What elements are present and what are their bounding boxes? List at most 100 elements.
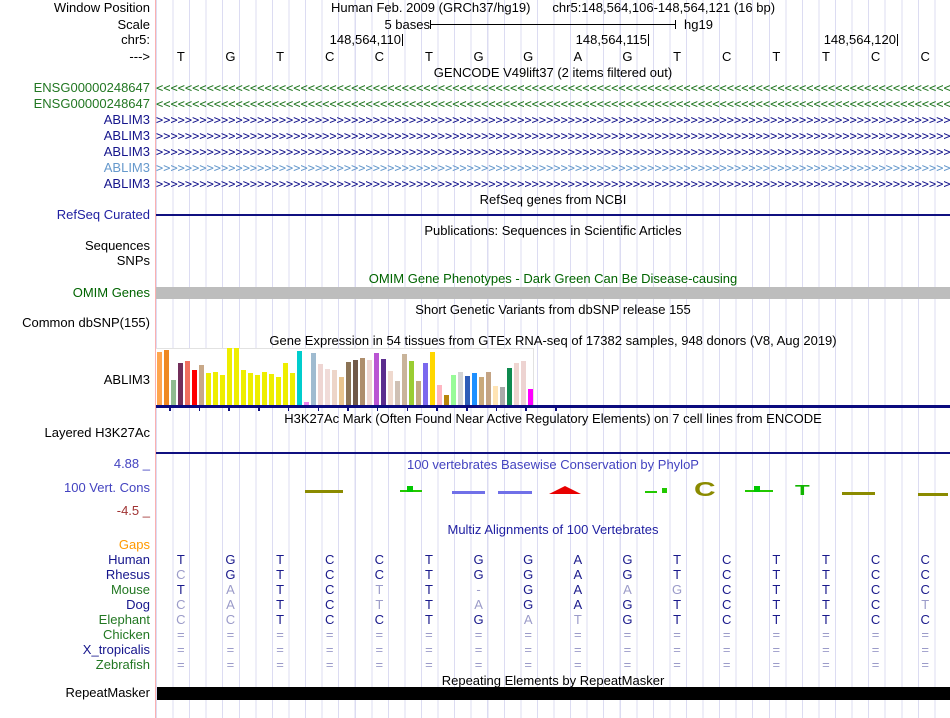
gtex-bar[interactable] [318,364,323,405]
gtex-plot[interactable] [156,348,534,405]
gene-arrow-row[interactable]: >>>>>>>>>>>>>>>>>>>>>>>>>>>>>>>>>>>>>>>>… [156,178,950,191]
gtex-bar[interactable] [192,370,197,405]
gtex-bar[interactable] [241,370,246,405]
species-label-mouse[interactable]: Mouse [111,583,150,597]
gtex-bar[interactable] [346,362,351,405]
gtex-bar[interactable] [248,373,253,405]
gtex-bar[interactable] [178,363,183,405]
gtex-bar[interactable] [395,381,400,405]
gtex-bar[interactable] [339,377,344,405]
gtex-bar[interactable] [234,348,239,405]
track-label-refseq-curated[interactable]: RefSeq Curated [57,208,150,222]
gtex-bar[interactable] [374,353,379,405]
gtex-bar[interactable] [416,381,421,405]
alignment-row-elephant[interactable]: CCTCCTGATGTCTTCC [156,613,950,627]
gtex-bar[interactable] [444,395,449,405]
gtex-bar[interactable] [367,360,372,405]
gtex-bar[interactable] [297,351,302,405]
gtex-bar[interactable] [514,363,519,405]
track-label-common-dbsnp[interactable]: Common dbSNP(155) [22,316,150,330]
gtex-bar[interactable] [472,373,477,405]
gtex-bar[interactable] [171,380,176,405]
track-label-sequences[interactable]: Sequences [85,239,150,253]
gtex-bar[interactable] [290,373,295,405]
gtex-bar[interactable] [227,348,232,405]
alignment-row-x_tropicalis[interactable]: ================ [156,643,950,657]
gtex-bar[interactable] [500,387,505,405]
alignment-row-mouse[interactable]: TATCTT-GAAGCTTCC [156,583,950,597]
gtex-bar[interactable] [262,372,267,405]
gtex-bar[interactable] [332,370,337,405]
gene-arrow-row[interactable]: >>>>>>>>>>>>>>>>>>>>>>>>>>>>>>>>>>>>>>>>… [156,114,950,127]
gtex-bar[interactable] [157,352,162,405]
strand-label[interactable]: ---> [129,50,150,64]
track-label-100-vert-cons[interactable]: 100 Vert. Cons [64,481,150,495]
gtex-bar[interactable] [213,372,218,405]
gtex-bar[interactable] [325,369,330,405]
refseq-curated-line[interactable] [156,214,950,216]
gtex-bar[interactable] [521,361,526,405]
gtex-bar[interactable] [276,377,281,405]
species-label-human[interactable]: Human [108,553,150,567]
gene-arrow-row[interactable]: <<<<<<<<<<<<<<<<<<<<<<<<<<<<<<<<<<<<<<<<… [156,82,950,95]
gtex-bar[interactable] [360,358,365,405]
track-label-gtex-gene[interactable]: ABLIM3 [104,373,150,387]
gtex-bar[interactable] [381,359,386,405]
gtex-bar[interactable] [528,389,533,405]
gtex-bar[interactable] [185,361,190,405]
gtex-bar[interactable] [353,360,358,405]
gene-arrow-row[interactable]: >>>>>>>>>>>>>>>>>>>>>>>>>>>>>>>>>>>>>>>>… [156,146,950,159]
alignment-row-rhesus[interactable]: CGTCCTGGAGTCTTCC [156,568,950,582]
gtex-bar[interactable] [493,386,498,405]
gtex-bar[interactable] [199,365,204,405]
species-label-rhesus[interactable]: Rhesus [106,568,150,582]
species-label-gaps[interactable]: Gaps [119,538,150,552]
alignment-row-zebrafish[interactable]: ================ [156,658,950,672]
gtex-bar[interactable] [465,376,470,405]
track-label-repeatmasker[interactable]: RepeatMasker [65,686,150,700]
track-label-layered-h3k27ac[interactable]: Layered H3K27Ac [44,426,150,440]
gene-arrow-row[interactable]: <<<<<<<<<<<<<<<<<<<<<<<<<<<<<<<<<<<<<<<<… [156,98,950,111]
species-label-x_tropicalis[interactable]: X_tropicalis [83,643,150,657]
track-label-snps[interactable]: SNPs [117,254,150,268]
gtex-bar[interactable] [458,372,463,405]
gene-label-ensg00000248647[interactable]: ENSG00000248647 [34,97,150,111]
gtex-bar[interactable] [423,363,428,405]
species-label-chicken[interactable]: Chicken [103,628,150,642]
gtex-bar[interactable] [164,350,169,405]
gene-label-ablim3[interactable]: ABLIM3 [104,177,150,191]
gtex-bar[interactable] [507,368,512,405]
gtex-bar[interactable] [486,372,491,405]
gtex-bar[interactable] [409,361,414,405]
h3k27ac-baseline[interactable] [156,452,950,454]
gene-label-ablim3[interactable]: ABLIM3 [104,145,150,159]
gtex-bar[interactable] [402,354,407,405]
gtex-bar[interactable] [311,353,316,405]
track-display-area[interactable]: Human Feb. 2009 (GRCh37/hg19) chr5:148,5… [156,0,950,718]
gene-arrow-row[interactable]: >>>>>>>>>>>>>>>>>>>>>>>>>>>>>>>>>>>>>>>>… [156,130,950,143]
alignment-row-chicken[interactable]: ================ [156,628,950,642]
gtex-bar[interactable] [220,375,225,405]
scale-ruler-line[interactable] [430,24,676,25]
alignment-row-human[interactable]: TGTCCTGGAGTCTTCC [156,553,950,567]
track-label-omim-genes[interactable]: OMIM Genes [73,286,150,300]
species-label-dog[interactable]: Dog [126,598,150,612]
gtex-bar[interactable] [388,371,393,405]
gene-label-ensg00000248647[interactable]: ENSG00000248647 [34,81,150,95]
gene-label-ablim3[interactable]: ABLIM3 [104,129,150,143]
gene-label-ablim3[interactable]: ABLIM3 [104,161,150,175]
gtex-bar[interactable] [206,373,211,405]
gtex-bar[interactable] [437,385,442,405]
gtex-bar[interactable] [283,363,288,405]
gene-arrow-row[interactable]: >>>>>>>>>>>>>>>>>>>>>>>>>>>>>>>>>>>>>>>>… [156,162,950,175]
repeatmasker-bar[interactable] [157,687,950,700]
alignment-row-dog[interactable]: CATCTTAGAGTCTTCT [156,598,950,612]
gene-label-ablim3[interactable]: ABLIM3 [104,113,150,127]
omim-genes-bar[interactable] [156,287,950,299]
gtex-bar[interactable] [479,377,484,405]
species-label-zebrafish[interactable]: Zebrafish [96,658,150,672]
species-label-elephant[interactable]: Elephant [99,613,150,627]
gtex-bar[interactable] [269,374,274,405]
gtex-bar[interactable] [255,375,260,405]
gtex-bar[interactable] [430,352,435,405]
